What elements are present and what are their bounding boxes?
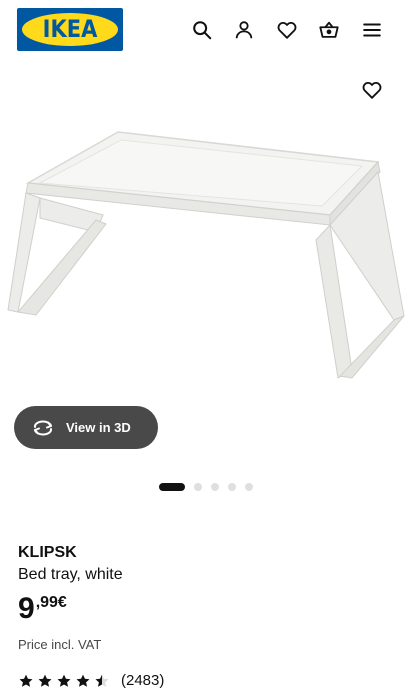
product-image-bed-tray[interactable]: [0, 120, 410, 390]
logo-oval: IKEA: [22, 13, 118, 46]
logo-text: IKEA: [42, 15, 98, 43]
basket-icon[interactable]: [313, 14, 345, 46]
product-price: 9 ,99€: [18, 592, 67, 626]
image-carousel-dots: [159, 483, 262, 491]
star-full-icon: [19, 674, 33, 687]
product-rating[interactable]: (2483): [18, 672, 164, 689]
user-icon[interactable]: [228, 14, 260, 46]
carousel-dot[interactable]: [211, 483, 219, 491]
price-integer: 9: [18, 592, 35, 625]
add-to-favourites-heart-icon[interactable]: [358, 76, 386, 104]
carousel-dot[interactable]: [228, 483, 236, 491]
star-full-icon: [57, 674, 71, 687]
search-icon[interactable]: [186, 14, 218, 46]
rating-count[interactable]: (2483): [121, 672, 164, 689]
ikea-logo[interactable]: IKEA: [17, 8, 123, 51]
product-name: KLIPSK: [18, 544, 77, 561]
carousel-dot[interactable]: [245, 483, 253, 491]
carousel-dot[interactable]: [194, 483, 202, 491]
star-half-icon: [95, 674, 109, 687]
star-full-icon: [76, 674, 90, 687]
price-decimal: ,99€: [35, 594, 67, 611]
heart-icon[interactable]: [271, 14, 303, 46]
product-description: Bed tray, white: [18, 566, 123, 583]
top-header: IKEA: [0, 0, 410, 62]
price-vat-note: Price incl. VAT: [18, 637, 102, 652]
view-in-3d-label: View in 3D: [66, 420, 131, 435]
star-full-icon: [38, 674, 52, 687]
menu-icon[interactable]: [356, 14, 388, 46]
rotate-3d-icon: [34, 419, 52, 436]
view-in-3d-button[interactable]: View in 3D: [14, 406, 158, 449]
carousel-dot-active[interactable]: [159, 483, 185, 491]
